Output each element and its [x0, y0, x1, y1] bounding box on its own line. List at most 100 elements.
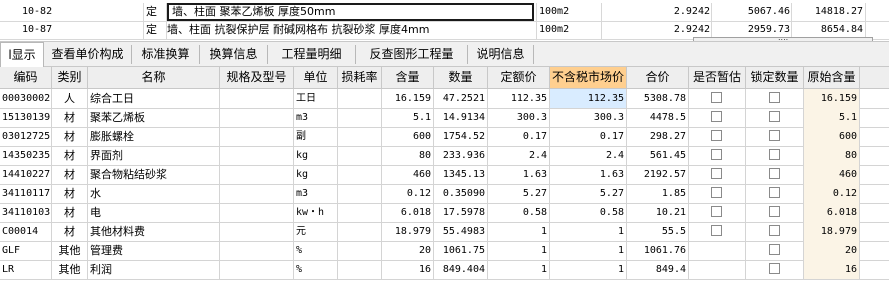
cell-quantity[interactable]: 849.404 — [434, 260, 488, 279]
cell-market-price[interactable]: 1 — [550, 222, 627, 241]
tab-3[interactable]: 换算信息 — [200, 45, 268, 64]
estimate-checkbox[interactable] — [711, 92, 722, 103]
lock-checkbox[interactable] — [768, 168, 780, 179]
column-header-original-content[interactable]: 原始含量 — [804, 67, 860, 88]
column-header-unit[interactable]: 单位 — [294, 67, 338, 88]
top-item-desc[interactable]: 墙、柱面 聚苯乙烯板 厚度50mm — [167, 3, 534, 21]
cell-subtotal: 1061.76 — [627, 241, 689, 260]
tab-6[interactable]: 说明信息 — [468, 45, 534, 64]
estimate-checkbox[interactable] — [711, 149, 722, 160]
column-header-quota-price[interactable]: 定额价 — [488, 67, 550, 88]
lock-checkbox[interactable] — [768, 225, 780, 236]
column-header-category[interactable]: 类别 — [52, 67, 88, 88]
lock-checkbox[interactable] — [768, 206, 780, 217]
resource-row[interactable]: LR 其他 利润% 16 849.404 1 1 849.4 16 — [0, 260, 889, 280]
cell-subtotal: 561.45 — [627, 146, 689, 165]
cell-quantity[interactable]: 55.4983 — [434, 222, 488, 241]
cell-market-price[interactable]: 1.63 — [550, 165, 627, 184]
estimate-checkbox[interactable] — [711, 130, 722, 141]
lock-checkbox[interactable] — [768, 149, 780, 160]
estimate-checkbox[interactable] — [711, 168, 722, 179]
tab-2[interactable]: 标准换算 — [132, 45, 200, 64]
tab-5[interactable]: 反查图形工程量 — [356, 45, 468, 64]
lock-checkbox[interactable] — [768, 263, 780, 274]
resource-row[interactable]: GLF 其他 管理费% 20 1061.75 1 1 1061.76 20 — [0, 241, 889, 261]
cell-quantity[interactable]: 1754.52 — [434, 127, 488, 146]
column-header-content[interactable]: 含量 — [382, 67, 434, 88]
cell-quantity[interactable]: 17.5978 — [434, 203, 488, 222]
cell-quantity[interactable]: 14.9134 — [434, 108, 488, 127]
lock-checkbox[interactable] — [768, 244, 780, 255]
cell-loss-rate — [338, 146, 382, 165]
cell-original-content: 18.979 — [804, 222, 860, 241]
cell-quantity[interactable]: 1061.75 — [434, 241, 488, 260]
tab-1[interactable]: 查看单价构成 — [44, 45, 132, 64]
cell-quantity[interactable]: 0.35090 — [434, 184, 488, 203]
cell-loss-rate — [338, 108, 382, 127]
cell-spec-model — [220, 241, 294, 260]
cell-market-price[interactable]: 112.35 — [550, 89, 627, 108]
cell-subtotal: 298.27 — [627, 127, 689, 146]
estimate-checkbox[interactable] — [711, 206, 722, 217]
resource-row[interactable]: C00014 材其他材料费元 18.979 55.4983 1 1 55.5 18.979 — [0, 222, 889, 242]
cell-name: 利润 — [88, 260, 220, 279]
cell-quantity[interactable]: 233.936 — [434, 146, 488, 165]
cell-subtotal: 10.21 — [627, 203, 689, 222]
top-item-row[interactable]: 10-82 定墙、柱面 聚苯乙烯板 厚度50mm 100m2 2.9242 5067.4… — [0, 3, 889, 22]
lock-checkbox[interactable] — [768, 187, 780, 198]
cell-unit: % — [294, 260, 338, 279]
column-header-loss-rate[interactable]: 损耗率 — [338, 67, 382, 88]
cell-market-price[interactable]: 1 — [550, 241, 627, 260]
cell-content[interactable]: 20 — [382, 241, 434, 260]
cell-content[interactable]: 460 — [382, 165, 434, 184]
lock-checkbox[interactable] — [768, 92, 780, 103]
cell-content[interactable]: 5.1 — [382, 108, 434, 127]
cell-market-price[interactable]: 1 — [550, 260, 627, 279]
estimate-checkbox[interactable] — [711, 225, 722, 236]
cell-content[interactable]: 16.159 — [382, 89, 434, 108]
tab-0[interactable]: l显示 — [0, 42, 44, 67]
column-header-code[interactable]: 编码 — [0, 67, 52, 88]
cell-subtotal: 2192.57 — [627, 165, 689, 184]
grid-line — [143, 21, 144, 39]
column-header-market-price[interactable]: 不含税市场价 — [550, 67, 627, 88]
cell-original-content: 16.159 — [804, 89, 860, 108]
cell-code: C00014 — [0, 222, 52, 241]
resource-row[interactable]: 14410227 材聚合物粘结砂浆 kg 460 1345.13 1.63 1.63 2192… — [0, 165, 889, 185]
cell-market-price[interactable]: 0.17 — [550, 127, 627, 146]
cell-market-price[interactable]: 0.58 — [550, 203, 627, 222]
column-header-quantity[interactable]: 数量 — [434, 67, 488, 88]
cell-market-price[interactable]: 5.27 — [550, 184, 627, 203]
column-header-spec-model[interactable]: 规格及型号 — [220, 67, 294, 88]
cell-market-price[interactable]: 300.3 — [550, 108, 627, 127]
cell-content[interactable]: 80 — [382, 146, 434, 165]
resource-row[interactable]: 15130139 材聚苯乙烯板 m3 5.1 14.9134 300.3 300.3 4478… — [0, 108, 889, 128]
cell-category: 材 — [52, 203, 88, 222]
cell-content[interactable]: 6.018 — [382, 203, 434, 222]
cell-spec-model — [220, 203, 294, 222]
cell-quantity[interactable]: 47.2521 — [434, 89, 488, 108]
column-header-lock-quantity[interactable]: 锁定数量 — [746, 67, 804, 88]
cell-code: 00030002 — [0, 89, 52, 108]
cell-content[interactable]: 18.979 — [382, 222, 434, 241]
resource-row[interactable]: 34110117 材水 m3 0.12 0.35090 5.27 5.27 1.85 0.12 — [0, 184, 889, 204]
cell-market-price[interactable]: 2.4 — [550, 146, 627, 165]
cell-lock-quantity — [746, 108, 804, 127]
resource-row[interactable]: 03012725 材膨胀螺栓副 600 1754.52 0.17 0.17 298.27 60… — [0, 127, 889, 147]
resource-row[interactable]: 34110103 材电 kw・h 6.018 17.5978 0.58 0.58 10.21 6… — [0, 203, 889, 223]
resource-row[interactable]: 14350235 材界面剂 kg 80 233.936 2.4 2.4 561.45 80 — [0, 146, 889, 166]
estimate-checkbox[interactable] — [711, 111, 722, 122]
resource-row[interactable]: 00030002 人综合工日 工日 16.159 47.2521 112.35 112.35… — [0, 89, 889, 109]
top-item-type: 定 — [146, 23, 157, 36]
lock-checkbox[interactable] — [768, 130, 780, 141]
column-header-subtotal[interactable]: 合价 — [627, 67, 689, 88]
column-header-name[interactable]: 名称 — [88, 67, 220, 88]
tab-4[interactable]: 工程量明细 — [268, 45, 356, 64]
cell-quantity[interactable]: 1345.13 — [434, 165, 488, 184]
column-header-is-estimate[interactable]: 是否暂估 — [689, 67, 746, 88]
lock-checkbox[interactable] — [768, 111, 780, 122]
cell-content[interactable]: 16 — [382, 260, 434, 279]
estimate-checkbox[interactable] — [711, 187, 722, 198]
cell-content[interactable]: 600 — [382, 127, 434, 146]
cell-content[interactable]: 0.12 — [382, 184, 434, 203]
